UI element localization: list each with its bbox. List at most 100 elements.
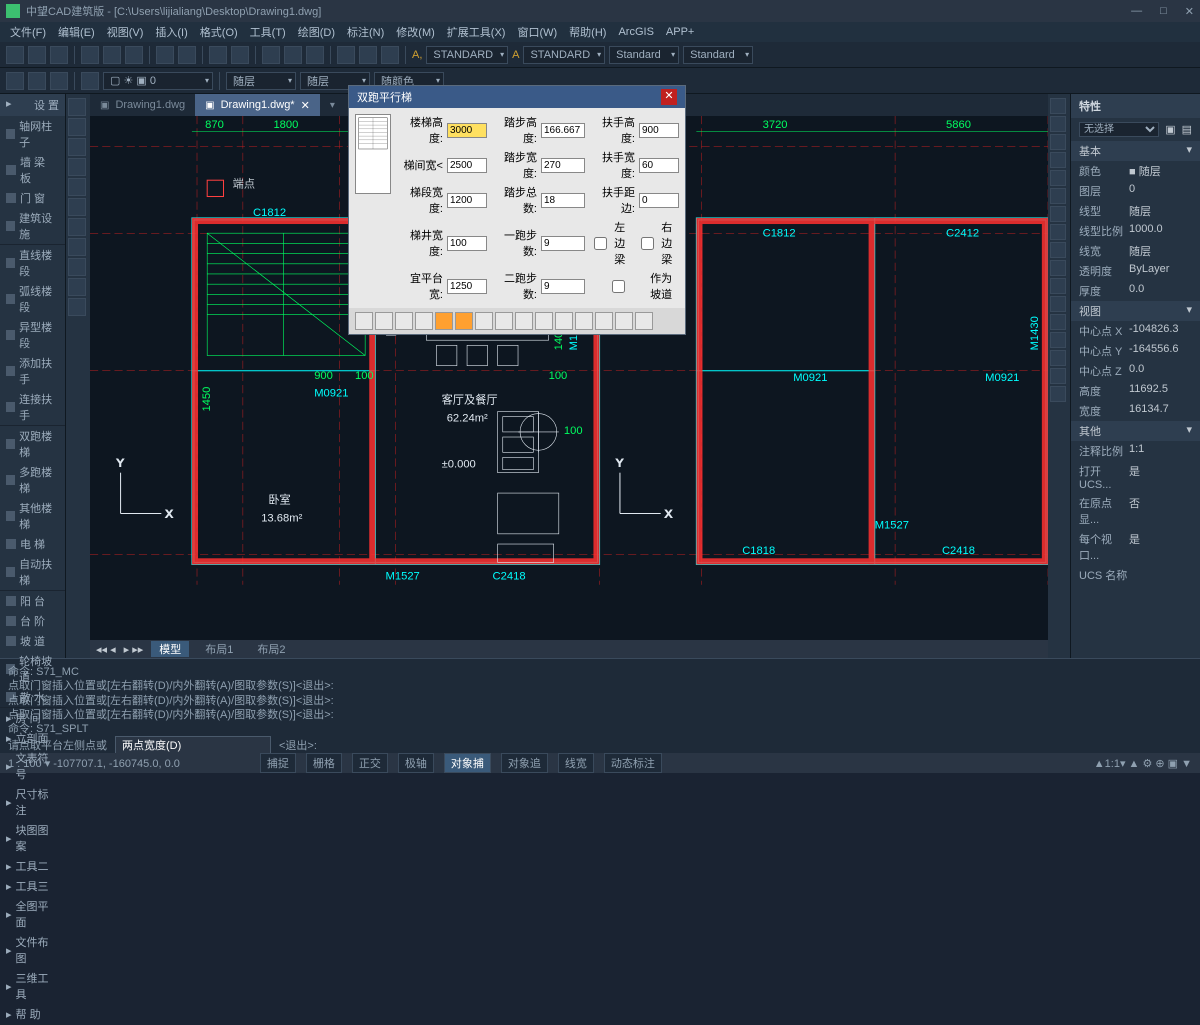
extend-icon[interactable] xyxy=(1050,206,1066,222)
lp-item[interactable]: 阳 台 xyxy=(0,591,65,611)
zoom-icon[interactable] xyxy=(284,46,302,64)
layer-dropdown[interactable]: ▢ ☀ ▣ 0 xyxy=(103,72,213,90)
left-beam-check[interactable]: 左边梁 xyxy=(589,219,632,267)
help-icon[interactable] xyxy=(381,46,399,64)
dlg-btn-14[interactable] xyxy=(615,312,633,330)
minimize-button[interactable]: — xyxy=(1131,5,1142,18)
color-dropdown[interactable]: 随层 xyxy=(226,72,296,90)
hatch-icon[interactable] xyxy=(68,238,86,256)
copy-icon[interactable] xyxy=(103,46,121,64)
lp-item[interactable]: 添加扶手 xyxy=(0,353,65,389)
point-icon[interactable] xyxy=(68,298,86,316)
paste-icon[interactable] xyxy=(125,46,143,64)
redo-icon[interactable] xyxy=(178,46,196,64)
join-icon[interactable] xyxy=(1050,332,1066,348)
dialog-close-button[interactable]: ✕ xyxy=(661,89,677,105)
flight2-steps-input[interactable] xyxy=(541,279,585,294)
layer-icon[interactable] xyxy=(337,46,355,64)
tab-nav-left[interactable]: ◂◂ ◂ xyxy=(96,643,116,656)
lp-item[interactable]: 坡 道 xyxy=(0,631,65,651)
tab-model[interactable]: 模型 xyxy=(151,641,189,657)
lwt-toggle[interactable]: 线宽 xyxy=(558,753,594,773)
copy2-icon[interactable] xyxy=(1050,116,1066,132)
props-icon[interactable] xyxy=(359,46,377,64)
tab-layout1[interactable]: 布局1 xyxy=(197,641,241,657)
gap-width-input[interactable] xyxy=(447,236,487,251)
open-icon[interactable] xyxy=(28,46,46,64)
lp-item[interactable]: 双跑楼梯 xyxy=(0,426,65,462)
dimstyle2-dropdown[interactable]: Standard xyxy=(683,46,753,64)
array-icon[interactable] xyxy=(1050,260,1066,276)
group-other[interactable]: 其他▾ xyxy=(1071,421,1200,441)
dlg-btn-13[interactable] xyxy=(595,312,613,330)
lp-item[interactable]: ▸文件布图 xyxy=(0,932,65,968)
menu-insert[interactable]: 插入(I) xyxy=(151,24,191,40)
menu-edit[interactable]: 编辑(E) xyxy=(54,24,99,40)
lp-item[interactable]: 建筑设施 xyxy=(0,208,65,244)
close-button[interactable]: ✕ xyxy=(1185,5,1194,18)
textstyle-b-dropdown[interactable]: STANDARD xyxy=(523,46,605,64)
dlg-btn-11[interactable] xyxy=(555,312,573,330)
dlg-btn-12[interactable] xyxy=(575,312,593,330)
line-icon[interactable] xyxy=(68,98,86,116)
menu-modify[interactable]: 修改(M) xyxy=(392,24,439,40)
dlg-btn-7[interactable] xyxy=(475,312,493,330)
group-view[interactable]: 视图▾ xyxy=(1071,301,1200,321)
quick-icon[interactable]: ▤ xyxy=(1182,123,1192,136)
tab-drawing1[interactable]: ▣ Drawing1.dwg xyxy=(90,94,195,116)
chamfer-icon[interactable] xyxy=(1050,350,1066,366)
menu-file[interactable]: 文件(F) xyxy=(6,24,50,40)
dlg-btn-1[interactable] xyxy=(355,312,373,330)
lp-item[interactable]: 门 窗 xyxy=(0,188,65,208)
dlg-btn-10[interactable] xyxy=(535,312,553,330)
grid-toggle[interactable]: 栅格 xyxy=(306,753,342,773)
arc-icon[interactable] xyxy=(68,138,86,156)
rail-height-input[interactable] xyxy=(639,123,679,138)
pick-icon[interactable]: ▣ xyxy=(1165,123,1175,136)
find-icon[interactable] xyxy=(231,46,249,64)
offset-icon[interactable] xyxy=(1050,224,1066,240)
dlg-btn-4[interactable] xyxy=(415,312,433,330)
tb2-b[interactable] xyxy=(28,72,46,90)
lp-item[interactable]: ▸帮 助 xyxy=(0,1004,65,1024)
pline-icon[interactable] xyxy=(68,118,86,136)
rail-width-input[interactable] xyxy=(639,158,679,173)
lp-item[interactable]: ▸全图平面 xyxy=(0,896,65,932)
text-icon[interactable] xyxy=(68,258,86,276)
lp-head-settings[interactable]: ▸设 置 xyxy=(0,94,65,116)
right-beam-check[interactable]: 右边梁 xyxy=(636,219,679,267)
selection-dropdown[interactable]: 无选择 xyxy=(1079,122,1159,137)
maximize-button[interactable]: □ xyxy=(1160,5,1167,18)
ramp-check[interactable]: 作为坡道 xyxy=(589,270,679,302)
dlg-btn-9[interactable] xyxy=(515,312,533,330)
dlg-btn-6[interactable] xyxy=(455,312,473,330)
break-icon[interactable] xyxy=(1050,314,1066,330)
dyn-toggle[interactable]: 动态标注 xyxy=(604,753,662,773)
command-input[interactable] xyxy=(115,736,271,753)
tab-close-icon[interactable]: ✕ xyxy=(301,99,310,112)
move-icon[interactable] xyxy=(1050,98,1066,114)
menu-help[interactable]: 帮助(H) xyxy=(565,24,610,40)
lp-item[interactable]: 直线楼段 xyxy=(0,245,65,281)
rect-icon[interactable] xyxy=(68,178,86,196)
tb2-d[interactable] xyxy=(81,72,99,90)
erase-icon[interactable] xyxy=(1050,296,1066,312)
tab-drawing1-active[interactable]: ▣ Drawing1.dwg* ✕ xyxy=(195,94,320,116)
tab-add[interactable]: ▾ xyxy=(320,94,345,116)
zoomext-icon[interactable] xyxy=(306,46,324,64)
menu-window[interactable]: 窗口(W) xyxy=(513,24,561,40)
lp-item[interactable]: 台 阶 xyxy=(0,611,65,631)
scale-icon[interactable] xyxy=(1050,170,1066,186)
dlg-btn-2[interactable] xyxy=(375,312,393,330)
step-height-input[interactable] xyxy=(541,123,585,138)
pan-icon[interactable] xyxy=(262,46,280,64)
lp-item[interactable]: ▸工具二 xyxy=(0,856,65,876)
circle-icon[interactable] xyxy=(68,158,86,176)
menu-dim[interactable]: 标注(N) xyxy=(343,24,388,40)
menu-format[interactable]: 格式(O) xyxy=(196,24,242,40)
polar-toggle[interactable]: 极轴 xyxy=(398,753,434,773)
dlg-btn-5[interactable] xyxy=(435,312,453,330)
landing-width-input[interactable] xyxy=(447,279,487,294)
lp-item[interactable]: ▸块图图案 xyxy=(0,820,65,856)
group-basic[interactable]: 基本▾ xyxy=(1071,141,1200,161)
